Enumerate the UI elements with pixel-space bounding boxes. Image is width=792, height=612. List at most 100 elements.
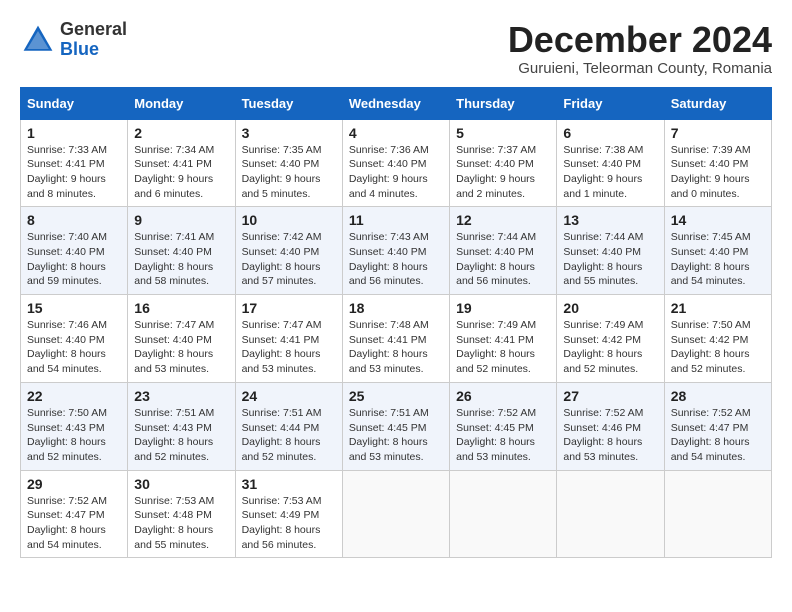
day-number: 11 (349, 212, 443, 228)
day-number: 23 (134, 388, 228, 404)
calendar-cell: 9 Sunrise: 7:41 AM Sunset: 4:40 PM Daylig… (128, 207, 235, 295)
day-number: 29 (27, 476, 121, 492)
day-number: 15 (27, 300, 121, 316)
cell-text: Sunrise: 7:44 AM Sunset: 4:40 PM Dayligh… (456, 230, 550, 289)
weekday-header-wednesday: Wednesday (342, 87, 449, 119)
day-number: 27 (563, 388, 657, 404)
day-number: 25 (349, 388, 443, 404)
calendar-cell: 24 Sunrise: 7:51 AM Sunset: 4:44 PM Dayli… (235, 382, 342, 470)
cell-text: Sunrise: 7:37 AM Sunset: 4:40 PM Dayligh… (456, 143, 550, 202)
cell-text: Sunrise: 7:40 AM Sunset: 4:40 PM Dayligh… (27, 230, 121, 289)
cell-text: Sunrise: 7:50 AM Sunset: 4:43 PM Dayligh… (27, 406, 121, 465)
calendar-cell: 26Sunrise: 7:52 AM Sunset: 4:45 PM Dayli… (450, 382, 557, 470)
calendar-cell: 13Sunrise: 7:44 AM Sunset: 4:40 PM Dayli… (557, 207, 664, 295)
day-number: 24 (242, 388, 336, 404)
day-number: 12 (456, 212, 550, 228)
calendar-cell: 23 Sunrise: 7:51 AM Sunset: 4:43 PM Dayli… (128, 382, 235, 470)
calendar-cell: 30 Sunrise: 7:53 AM Sunset: 4:48 PM Dayli… (128, 470, 235, 558)
day-number: 26 (456, 388, 550, 404)
calendar-cell: 27 Sunrise: 7:52 AM Sunset: 4:46 PM Dayli… (557, 382, 664, 470)
cell-text: Sunrise: 7:47 AM Sunset: 4:40 PM Dayligh… (134, 318, 228, 377)
day-number: 31 (242, 476, 336, 492)
calendar-week-row: 8 Sunrise: 7:40 AM Sunset: 4:40 PM Daylig… (21, 207, 772, 295)
calendar-cell: 6 Sunrise: 7:38 AM Sunset: 4:40 PM Daylig… (557, 119, 664, 207)
day-number: 19 (456, 300, 550, 316)
calendar-cell: 16Sunrise: 7:47 AM Sunset: 4:40 PM Dayli… (128, 295, 235, 383)
day-number: 20 (563, 300, 657, 316)
calendar-cell: 25 Sunrise: 7:51 AM Sunset: 4:45 PM Dayli… (342, 382, 449, 470)
cell-text: Sunrise: 7:52 AM Sunset: 4:46 PM Dayligh… (563, 406, 657, 465)
day-number: 30 (134, 476, 228, 492)
weekday-header-saturday: Saturday (664, 87, 771, 119)
calendar-header: SundayMondayTuesdayWednesdayThursdayFrid… (21, 87, 772, 119)
day-number: 7 (671, 125, 765, 141)
calendar-cell: 18 Sunrise: 7:48 AM Sunset: 4:41 PM Dayli… (342, 295, 449, 383)
calendar-cell: 11Sunrise: 7:43 AM Sunset: 4:40 PM Dayli… (342, 207, 449, 295)
calendar-week-row: 15 Sunrise: 7:46 AM Sunset: 4:40 PM Dayli… (21, 295, 772, 383)
calendar-cell (664, 470, 771, 558)
month-title: December 2024 (508, 20, 772, 60)
logo-text: General Blue (60, 20, 127, 60)
calendar-cell: 22 Sunrise: 7:50 AM Sunset: 4:43 PM Dayli… (21, 382, 128, 470)
calendar-cell: 28 Sunrise: 7:52 AM Sunset: 4:47 PM Dayli… (664, 382, 771, 470)
day-number: 22 (27, 388, 121, 404)
weekday-header-sunday: Sunday (21, 87, 128, 119)
day-number: 9 (134, 212, 228, 228)
cell-text: Sunrise: 7:50 AM Sunset: 4:42 PM Dayligh… (671, 318, 765, 377)
cell-text: Sunrise: 7:52 AM Sunset: 4:47 PM Dayligh… (27, 494, 121, 553)
calendar-cell: 21 Sunrise: 7:50 AM Sunset: 4:42 PM Dayli… (664, 295, 771, 383)
calendar-cell: 14 Sunrise: 7:45 AM Sunset: 4:40 PM Dayli… (664, 207, 771, 295)
day-number: 4 (349, 125, 443, 141)
cell-text: Sunrise: 7:42 AM Sunset: 4:40 PM Dayligh… (242, 230, 336, 289)
cell-text: Sunrise: 7:51 AM Sunset: 4:44 PM Dayligh… (242, 406, 336, 465)
calendar-cell (450, 470, 557, 558)
calendar-cell (557, 470, 664, 558)
day-number: 14 (671, 212, 765, 228)
cell-text: Sunrise: 7:45 AM Sunset: 4:40 PM Dayligh… (671, 230, 765, 289)
day-number: 8 (27, 212, 121, 228)
day-number: 21 (671, 300, 765, 316)
cell-text: Sunrise: 7:34 AM Sunset: 4:41 PM Dayligh… (134, 143, 228, 202)
cell-text: Sunrise: 7:44 AM Sunset: 4:40 PM Dayligh… (563, 230, 657, 289)
cell-text: Sunrise: 7:49 AM Sunset: 4:41 PM Dayligh… (456, 318, 550, 377)
day-number: 18 (349, 300, 443, 316)
calendar-week-row: 22 Sunrise: 7:50 AM Sunset: 4:43 PM Dayli… (21, 382, 772, 470)
cell-text: Sunrise: 7:36 AM Sunset: 4:40 PM Dayligh… (349, 143, 443, 202)
calendar-cell: 4 Sunrise: 7:36 AM Sunset: 4:40 PM Daylig… (342, 119, 449, 207)
cell-text: Sunrise: 7:52 AM Sunset: 4:47 PM Dayligh… (671, 406, 765, 465)
cell-text: Sunrise: 7:33 AM Sunset: 4:41 PM Dayligh… (27, 143, 121, 202)
cell-text: Sunrise: 7:53 AM Sunset: 4:48 PM Dayligh… (134, 494, 228, 553)
cell-text: Sunrise: 7:39 AM Sunset: 4:40 PM Dayligh… (671, 143, 765, 202)
day-number: 28 (671, 388, 765, 404)
day-number: 1 (27, 125, 121, 141)
day-number: 17 (242, 300, 336, 316)
calendar-cell: 3 Sunrise: 7:35 AM Sunset: 4:40 PM Daylig… (235, 119, 342, 207)
calendar-cell: 1 Sunrise: 7:33 AM Sunset: 4:41 PM Daylig… (21, 119, 128, 207)
cell-text: Sunrise: 7:51 AM Sunset: 4:43 PM Dayligh… (134, 406, 228, 465)
day-number: 5 (456, 125, 550, 141)
day-number: 3 (242, 125, 336, 141)
calendar-cell: 15 Sunrise: 7:46 AM Sunset: 4:40 PM Dayli… (21, 295, 128, 383)
calendar-cell: 10Sunrise: 7:42 AM Sunset: 4:40 PM Dayli… (235, 207, 342, 295)
weekday-header-monday: Monday (128, 87, 235, 119)
cell-text: Sunrise: 7:46 AM Sunset: 4:40 PM Dayligh… (27, 318, 121, 377)
cell-text: Sunrise: 7:51 AM Sunset: 4:45 PM Dayligh… (349, 406, 443, 465)
logo: General Blue (20, 20, 127, 60)
logo-icon (20, 22, 56, 58)
calendar-table: SundayMondayTuesdayWednesdayThursdayFrid… (20, 87, 772, 559)
calendar-cell: 8 Sunrise: 7:40 AM Sunset: 4:40 PM Daylig… (21, 207, 128, 295)
weekday-header-tuesday: Tuesday (235, 87, 342, 119)
calendar-cell: 12 Sunrise: 7:44 AM Sunset: 4:40 PM Dayli… (450, 207, 557, 295)
cell-text: Sunrise: 7:53 AM Sunset: 4:49 PM Dayligh… (242, 494, 336, 553)
title-area: December 2024 Guruieni, Teleorman County… (508, 20, 772, 77)
cell-text: Sunrise: 7:38 AM Sunset: 4:40 PM Dayligh… (563, 143, 657, 202)
calendar-week-row: 1 Sunrise: 7:33 AM Sunset: 4:41 PM Daylig… (21, 119, 772, 207)
header: General Blue December 2024 Guruieni, Tel… (20, 20, 772, 77)
calendar-cell: 7 Sunrise: 7:39 AM Sunset: 4:40 PM Daylig… (664, 119, 771, 207)
day-number: 6 (563, 125, 657, 141)
weekday-header-thursday: Thursday (450, 87, 557, 119)
cell-text: Sunrise: 7:41 AM Sunset: 4:40 PM Dayligh… (134, 230, 228, 289)
calendar-cell: 17Sunrise: 7:47 AM Sunset: 4:41 PM Dayli… (235, 295, 342, 383)
cell-text: Sunrise: 7:48 AM Sunset: 4:41 PM Dayligh… (349, 318, 443, 377)
cell-text: Sunrise: 7:35 AM Sunset: 4:40 PM Dayligh… (242, 143, 336, 202)
